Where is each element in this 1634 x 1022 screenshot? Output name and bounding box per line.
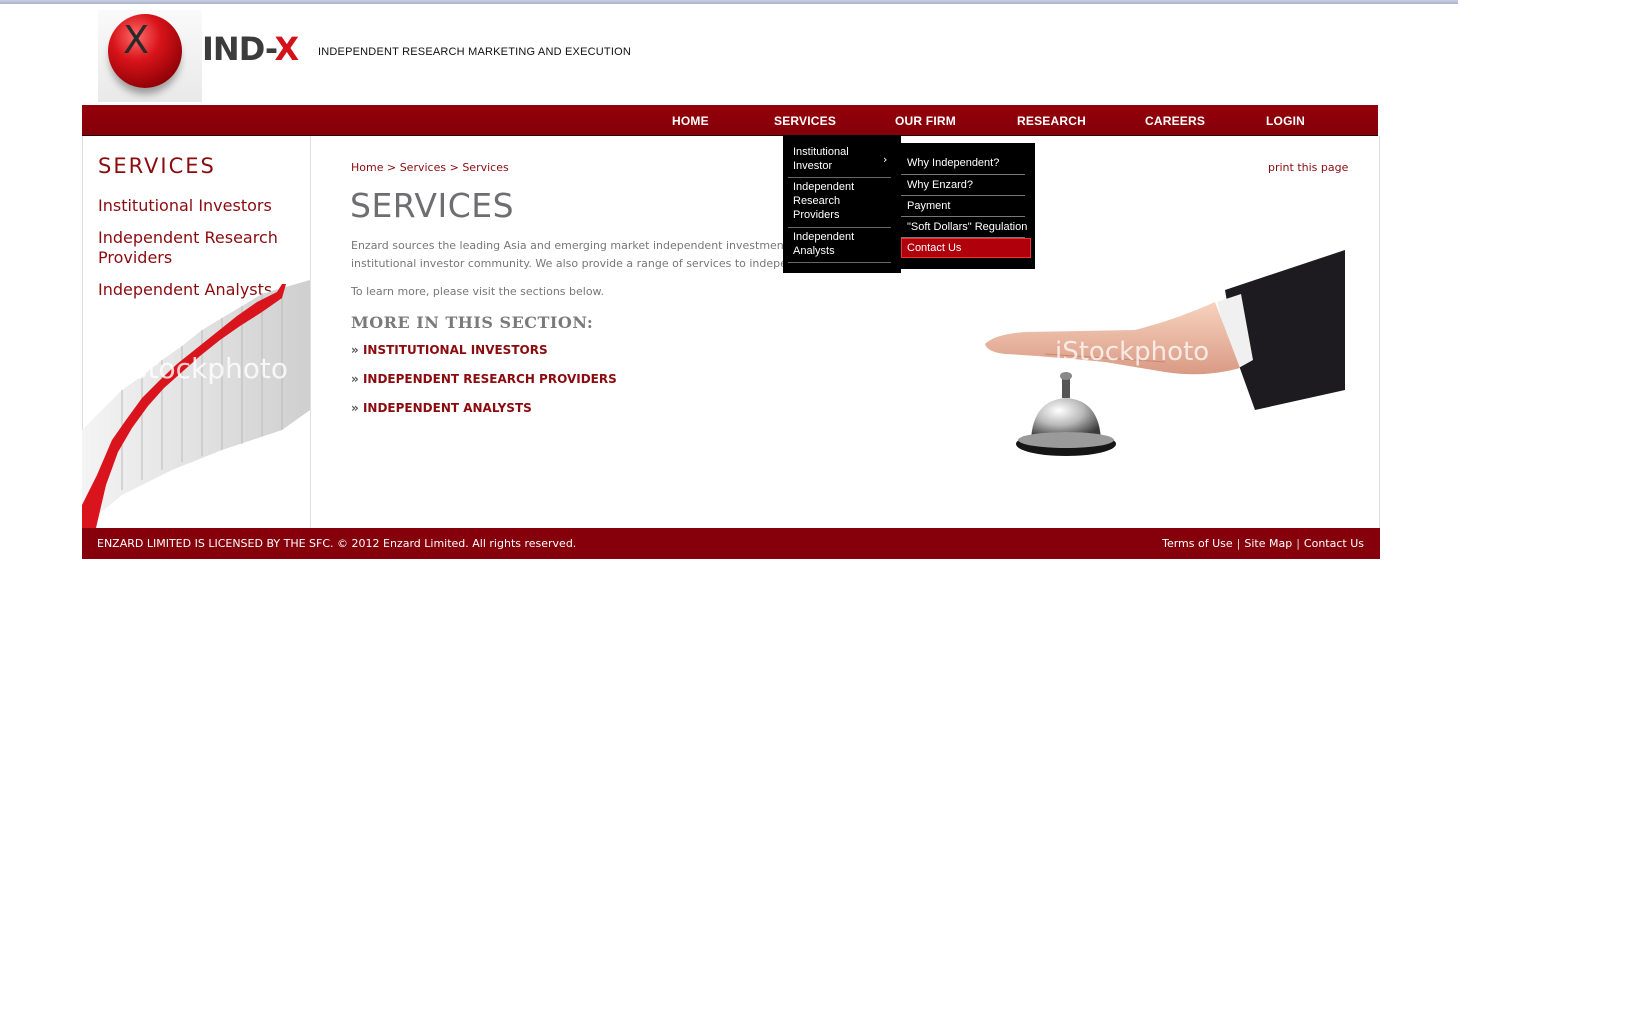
sidebar-title: SERVICES (98, 154, 216, 178)
logo-letter: X (122, 18, 150, 62)
dropdown-item-independent-research-providers[interactable]: Independent Research Providers (793, 180, 889, 222)
submenu-item-payment[interactable]: Payment (901, 196, 1031, 216)
breadcrumb-current[interactable]: Services (462, 161, 508, 174)
content-watermark: iStockphoto (1055, 337, 1209, 367)
link-prefix-icon: » (351, 401, 359, 415)
intro-line-2: institutional investor community. We als… (351, 257, 787, 270)
browser-top-line (0, 0, 1458, 4)
submenu-item-contact-us[interactable]: Contact Us (901, 238, 1031, 258)
learn-more-text: To learn more, please visit the sections… (351, 285, 605, 298)
sidebar-link-institutional-investors[interactable]: Institutional Investors (98, 196, 298, 216)
nav-careers[interactable]: CAREERS (1145, 114, 1205, 128)
footer-link-sep: | (1296, 537, 1300, 550)
sidebar-watermark: iStockphoto (122, 352, 288, 385)
institutional-investor-submenu: Why Independent? Why Enzard? Payment "So… (901, 143, 1035, 269)
footer: ENZARD LIMITED IS LICENSED BY THE SFC. ©… (82, 528, 1380, 559)
footer-link-sitemap[interactable]: Site Map (1244, 537, 1292, 550)
section-link-independent-research-providers[interactable]: » INDEPENDENT RESEARCH PROVIDERS (351, 372, 617, 386)
logo-ball-icon: X (108, 14, 182, 88)
intro-line-1: Enzard sources the leading Asia and emer… (351, 239, 789, 252)
tagline: INDEPENDENT RESEARCH MARKETING AND EXECU… (318, 46, 631, 58)
section-link-label: INDEPENDENT ANALYSTS (362, 401, 532, 415)
dropdown-divider (788, 262, 891, 263)
link-prefix-icon: » (351, 372, 359, 386)
staircase-image: iStockphoto (82, 280, 310, 528)
submenu-item-why-enzard[interactable]: Why Enzard? (901, 175, 1031, 195)
page-title: SERVICES (350, 186, 515, 225)
section-link-institutional-investors[interactable]: » INSTITUTIONAL INVESTORS (351, 343, 548, 357)
intro-text: Enzard sources the leading Asia and emer… (351, 237, 791, 273)
submenu-item-soft-dollars-regulation[interactable]: "Soft Dollars" Regulation (901, 217, 1031, 237)
breadcrumb: Home > Services > Services (351, 161, 509, 174)
dropdown-item-institutional-investor[interactable]: Institutional Investor (793, 145, 889, 173)
dropdown-divider (788, 227, 891, 228)
nav-research[interactable]: RESEARCH (1017, 114, 1086, 128)
link-prefix-icon: » (351, 343, 359, 357)
section-link-label: INDEPENDENT RESEARCH PROVIDERS (362, 372, 617, 386)
dropdown-divider (788, 177, 891, 178)
brand-name-left: IND- (202, 30, 276, 68)
print-page-link[interactable]: print this page (1268, 161, 1348, 174)
footer-link-contact[interactable]: Contact Us (1304, 537, 1364, 550)
services-dropdown: Institutional Investor › Independent Res… (783, 135, 901, 273)
footer-link-sep: | (1236, 537, 1241, 550)
section-link-independent-analysts[interactable]: » INDEPENDENT ANALYSTS (351, 401, 532, 415)
nav-services[interactable]: SERVICES (774, 114, 836, 128)
footer-links: Terms of Use | Site Map | Contact Us (1162, 537, 1364, 550)
breadcrumb-home[interactable]: Home (351, 161, 383, 174)
section-link-label: INSTITUTIONAL INVESTORS (362, 343, 548, 357)
nav-our-firm[interactable]: OUR FIRM (895, 114, 956, 128)
hand-bell-image: iStockphoto (985, 250, 1345, 480)
dropdown-item-independent-analysts[interactable]: Independent Analysts (793, 230, 889, 258)
chevron-right-icon: › (883, 153, 888, 166)
section-heading: MORE IN THIS SECTION: (351, 313, 594, 332)
brand-name-right: X (274, 30, 300, 68)
main-navbar: HOME SERVICES OUR FIRM RESEARCH CAREERS … (82, 105, 1378, 138)
nav-login[interactable]: LOGIN (1266, 114, 1305, 128)
logo[interactable]: X (98, 10, 202, 102)
sidebar-link-independent-research-providers[interactable]: Independent Research Providers (98, 228, 298, 268)
brand-name[interactable]: IND-X (202, 30, 300, 68)
breadcrumb-sep: > (386, 161, 397, 174)
footer-link-terms[interactable]: Terms of Use (1162, 537, 1233, 550)
nav-home[interactable]: HOME (672, 114, 709, 128)
footer-copyright: ENZARD LIMITED IS LICENSED BY THE SFC. ©… (97, 537, 577, 550)
breadcrumb-services[interactable]: Services (400, 161, 446, 174)
submenu-item-why-independent[interactable]: Why Independent? (901, 153, 1031, 173)
breadcrumb-sep: > (449, 161, 459, 174)
